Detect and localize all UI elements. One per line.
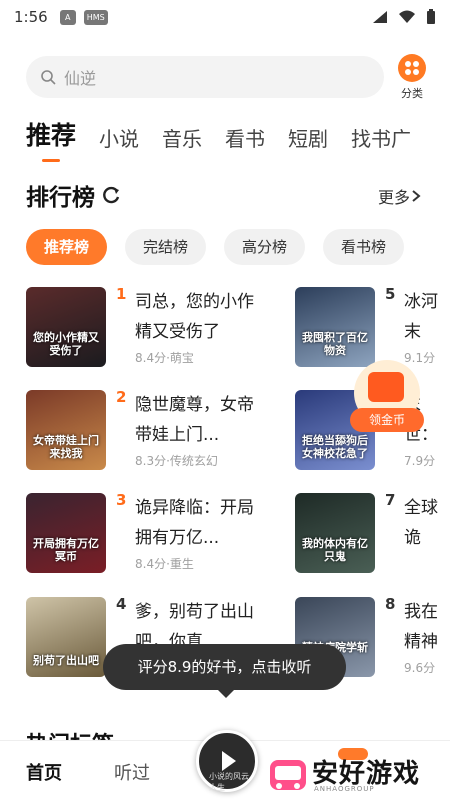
search-bar[interactable]: 仙逆: [26, 56, 384, 98]
book-item[interactable]: 我的体内有亿只鬼 7 全球诡异：我的体内...: [295, 491, 450, 579]
book-cover: 开局拥有万亿冥币: [26, 493, 106, 573]
watermark: 安好游戏 ANHAOGROUP: [268, 752, 438, 798]
hms-notification-icon: HMS: [83, 9, 108, 25]
tab-short-drama[interactable]: 短剧: [288, 123, 328, 152]
tab-novel[interactable]: 小说: [99, 123, 139, 152]
tab-music[interactable]: 音乐: [162, 123, 202, 152]
refresh-icon[interactable]: [102, 185, 122, 205]
book-cover: 别苟了出山吧: [26, 597, 106, 677]
book-rank: 1: [116, 285, 127, 303]
filter-high-score[interactable]: 高分榜: [224, 229, 306, 265]
status-time: 1:56: [14, 8, 48, 26]
book-rank: 2: [116, 388, 127, 406]
wifi-icon: [399, 10, 415, 23]
book-title: 司总，您的小作精又受伤了: [135, 292, 254, 342]
tab-reading[interactable]: 看书: [225, 123, 265, 152]
tab-recommend[interactable]: 推荐: [26, 116, 76, 162]
book-meta: 8.4分·重生: [135, 557, 194, 571]
book-meta: 8.3分·传统玄幻: [135, 454, 218, 468]
book-rank: 7: [385, 491, 396, 509]
book-title: 隐世魔尊，女帝带娃上门...: [135, 395, 254, 445]
section-title-ranking: 排行榜: [26, 178, 122, 212]
book-rank: 8: [385, 595, 396, 613]
ranking-filters: 推荐榜 完结榜 高分榜 看书榜: [26, 229, 422, 265]
filter-recommend[interactable]: 推荐榜: [26, 229, 108, 265]
app-notification-icon: A: [59, 9, 76, 25]
gamepad-logo-icon: [270, 760, 306, 790]
book-item[interactable]: 女帝带娃上门来找我 2 隐世魔尊，女帝带娃上门... 8.3分·传统玄幻: [26, 388, 286, 476]
book-title: 我在精神病院学斩神: [404, 602, 438, 652]
book-item[interactable]: 您的小作精又受伤了 1 司总，您的小作精又受伤了 8.4分·萌宝: [26, 285, 286, 373]
more-link[interactable]: 更多: [378, 184, 422, 208]
book-meta: 8.4分·萌宝: [135, 351, 194, 365]
book-cover: 我的体内有亿只鬼: [295, 493, 375, 573]
book-meta: 9.6分: [404, 661, 436, 675]
watermark-subtitle: ANHAOGROUP: [314, 785, 375, 793]
nav-home[interactable]: 首页: [26, 759, 62, 785]
book-title: 冰河末世：囤积...: [404, 292, 438, 342]
book-cover: 女帝带娃上门来找我: [26, 390, 106, 470]
reward-float-button[interactable]: 领金币: [346, 360, 426, 436]
listen-tooltip[interactable]: 评分8.9的好书，点击收听: [103, 644, 346, 698]
audio-player-button[interactable]: 小说的风云人生: [196, 730, 258, 792]
book-item[interactable]: 开局拥有万亿冥币 3 诡异降临：开局拥有万亿... 8.4分·重生: [26, 491, 286, 579]
signal-icon: [373, 11, 387, 23]
filter-completed[interactable]: 完结榜: [125, 229, 207, 265]
book-meta: 7.9分: [404, 454, 436, 468]
book-rank: 5: [385, 285, 396, 303]
red-envelope-icon: [368, 372, 404, 402]
book-rank: 4: [116, 595, 127, 613]
chevron-right-icon: [412, 190, 421, 202]
status-bar: 1:56 A HMS: [0, 0, 450, 34]
filter-reading[interactable]: 看书榜: [323, 229, 405, 265]
player-title: 小说的风云人生: [209, 772, 249, 792]
battery-icon: [427, 9, 435, 24]
category-button[interactable]: 分类: [392, 54, 432, 101]
book-cover: 我囤积了百亿物资: [295, 287, 375, 367]
book-cover: 您的小作精又受伤了: [26, 287, 106, 367]
more-label: 更多: [378, 188, 411, 207]
book-rank: 3: [116, 491, 127, 509]
book-title: 诡异降临：开局拥有万亿...: [135, 498, 254, 548]
category-label: 分类: [401, 87, 423, 100]
search-icon: [41, 70, 56, 85]
search-placeholder: 仙逆: [64, 69, 97, 88]
ranking-title: 排行榜: [26, 185, 95, 211]
nav-listened[interactable]: 听过: [114, 759, 150, 785]
reward-label: 领金币: [350, 408, 424, 432]
book-title: 全球诡异：我的体内...: [404, 498, 438, 548]
tab-find-book[interactable]: 找书广: [351, 123, 411, 152]
grid-dots-icon: [398, 54, 426, 82]
top-tabs: 推荐 小说 音乐 看书 短剧 找书广: [26, 116, 434, 162]
